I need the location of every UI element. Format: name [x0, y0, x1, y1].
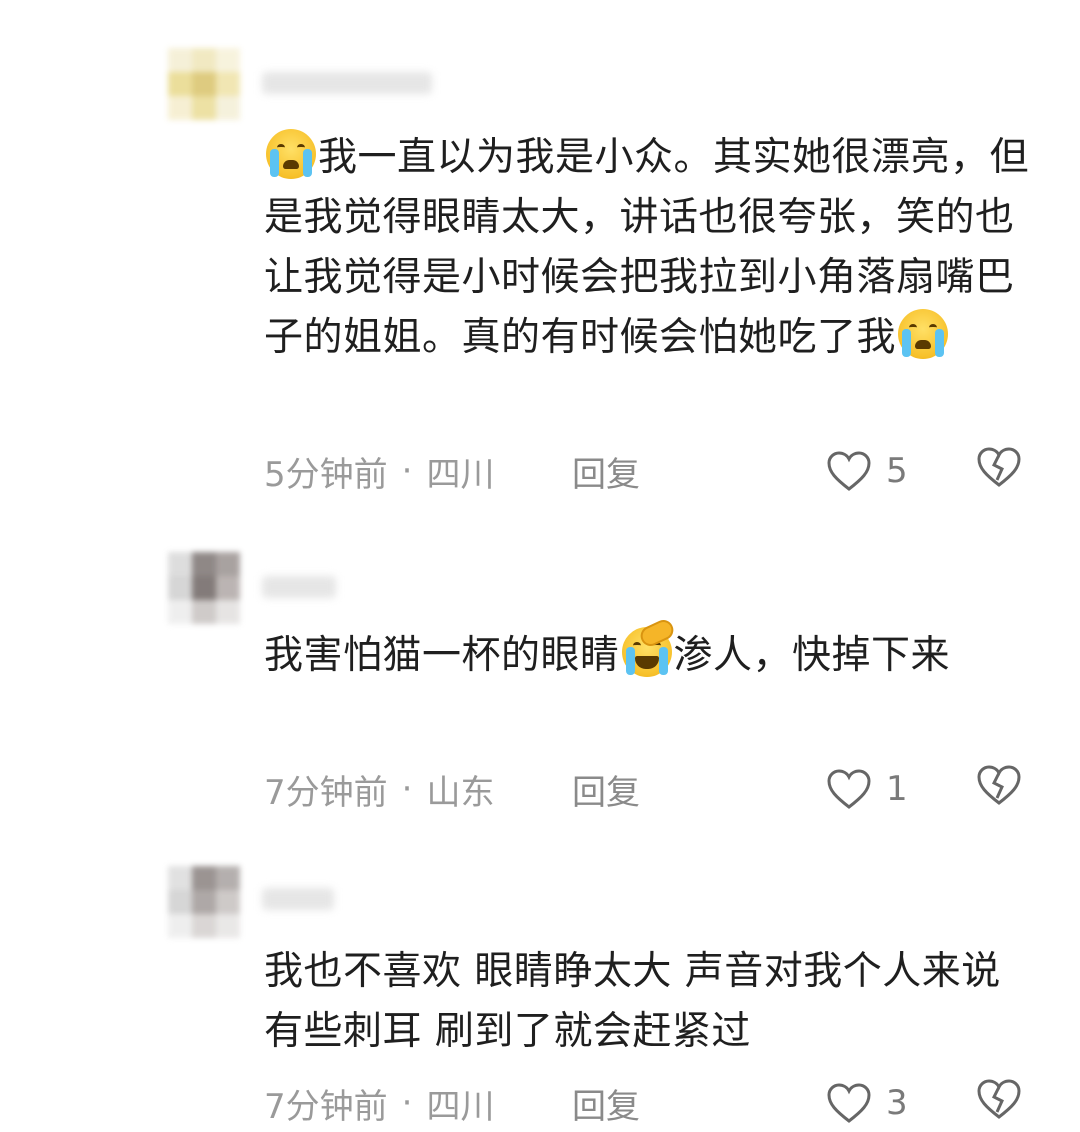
comment-meta: 5分钟前 · 四川 回复 5	[264, 446, 1034, 496]
like-count: 3	[886, 1083, 908, 1123]
heart-outline-icon	[827, 1083, 871, 1123]
comment-meta: 7分钟前 · 山东 回复 1	[264, 764, 1034, 814]
comment-time: 7分钟前	[264, 1086, 388, 1127]
reply-button[interactable]: 回复	[572, 447, 640, 496]
avatar[interactable]	[168, 48, 240, 120]
separator: ·	[401, 769, 413, 809]
comment-time: 7分钟前	[264, 772, 388, 813]
reply-button[interactable]: 回复	[572, 1079, 640, 1128]
comment-location: 四川	[426, 1086, 495, 1127]
avatar[interactable]	[168, 552, 240, 624]
broken-heart-icon	[977, 446, 1021, 487]
dislike-button[interactable]	[976, 764, 1022, 815]
loudly-crying-face-icon	[266, 129, 316, 179]
comment-meta: 7分钟前 · 四川 回复 3	[264, 1078, 1034, 1128]
username[interactable]	[262, 576, 336, 598]
reply-button[interactable]: 回复	[572, 765, 640, 814]
loudly-crying-face-icon	[898, 309, 949, 359]
dislike-button[interactable]	[976, 1078, 1022, 1129]
separator: ·	[401, 1083, 413, 1123]
comment-time: 5分钟前	[264, 454, 388, 495]
heart-outline-icon	[827, 451, 871, 491]
username[interactable]	[262, 888, 334, 910]
avatar[interactable]	[168, 866, 240, 938]
broken-heart-icon	[977, 764, 1021, 805]
comment-location: 四川	[426, 454, 495, 495]
like-button[interactable]: 5	[826, 450, 908, 492]
like-button[interactable]: 3	[826, 1082, 908, 1124]
rolling-on-floor-laughing-icon	[621, 616, 677, 677]
like-button[interactable]: 1	[826, 768, 908, 810]
heart-outline-icon	[827, 769, 871, 809]
comment-text: 我害怕猫一杯的眼睛 渗人，快掉下来	[264, 616, 1034, 686]
like-count: 5	[886, 451, 908, 491]
like-count: 1	[886, 769, 908, 809]
broken-heart-icon	[977, 1078, 1021, 1119]
separator: ·	[401, 451, 413, 491]
username[interactable]	[262, 72, 432, 94]
comment-text: 我也不喜欢 眼睛睁太大 声音对我个人来说有些刺耳 刷到了就会赶紧过	[264, 949, 1001, 1054]
comment-text: 我一直以为我是小众。其实她很漂亮，但是我觉得眼睛太大，讲话也很夸张，笑的也让我觉…	[264, 128, 1034, 368]
comment-location: 山东	[426, 772, 495, 813]
dislike-button[interactable]	[976, 446, 1022, 497]
